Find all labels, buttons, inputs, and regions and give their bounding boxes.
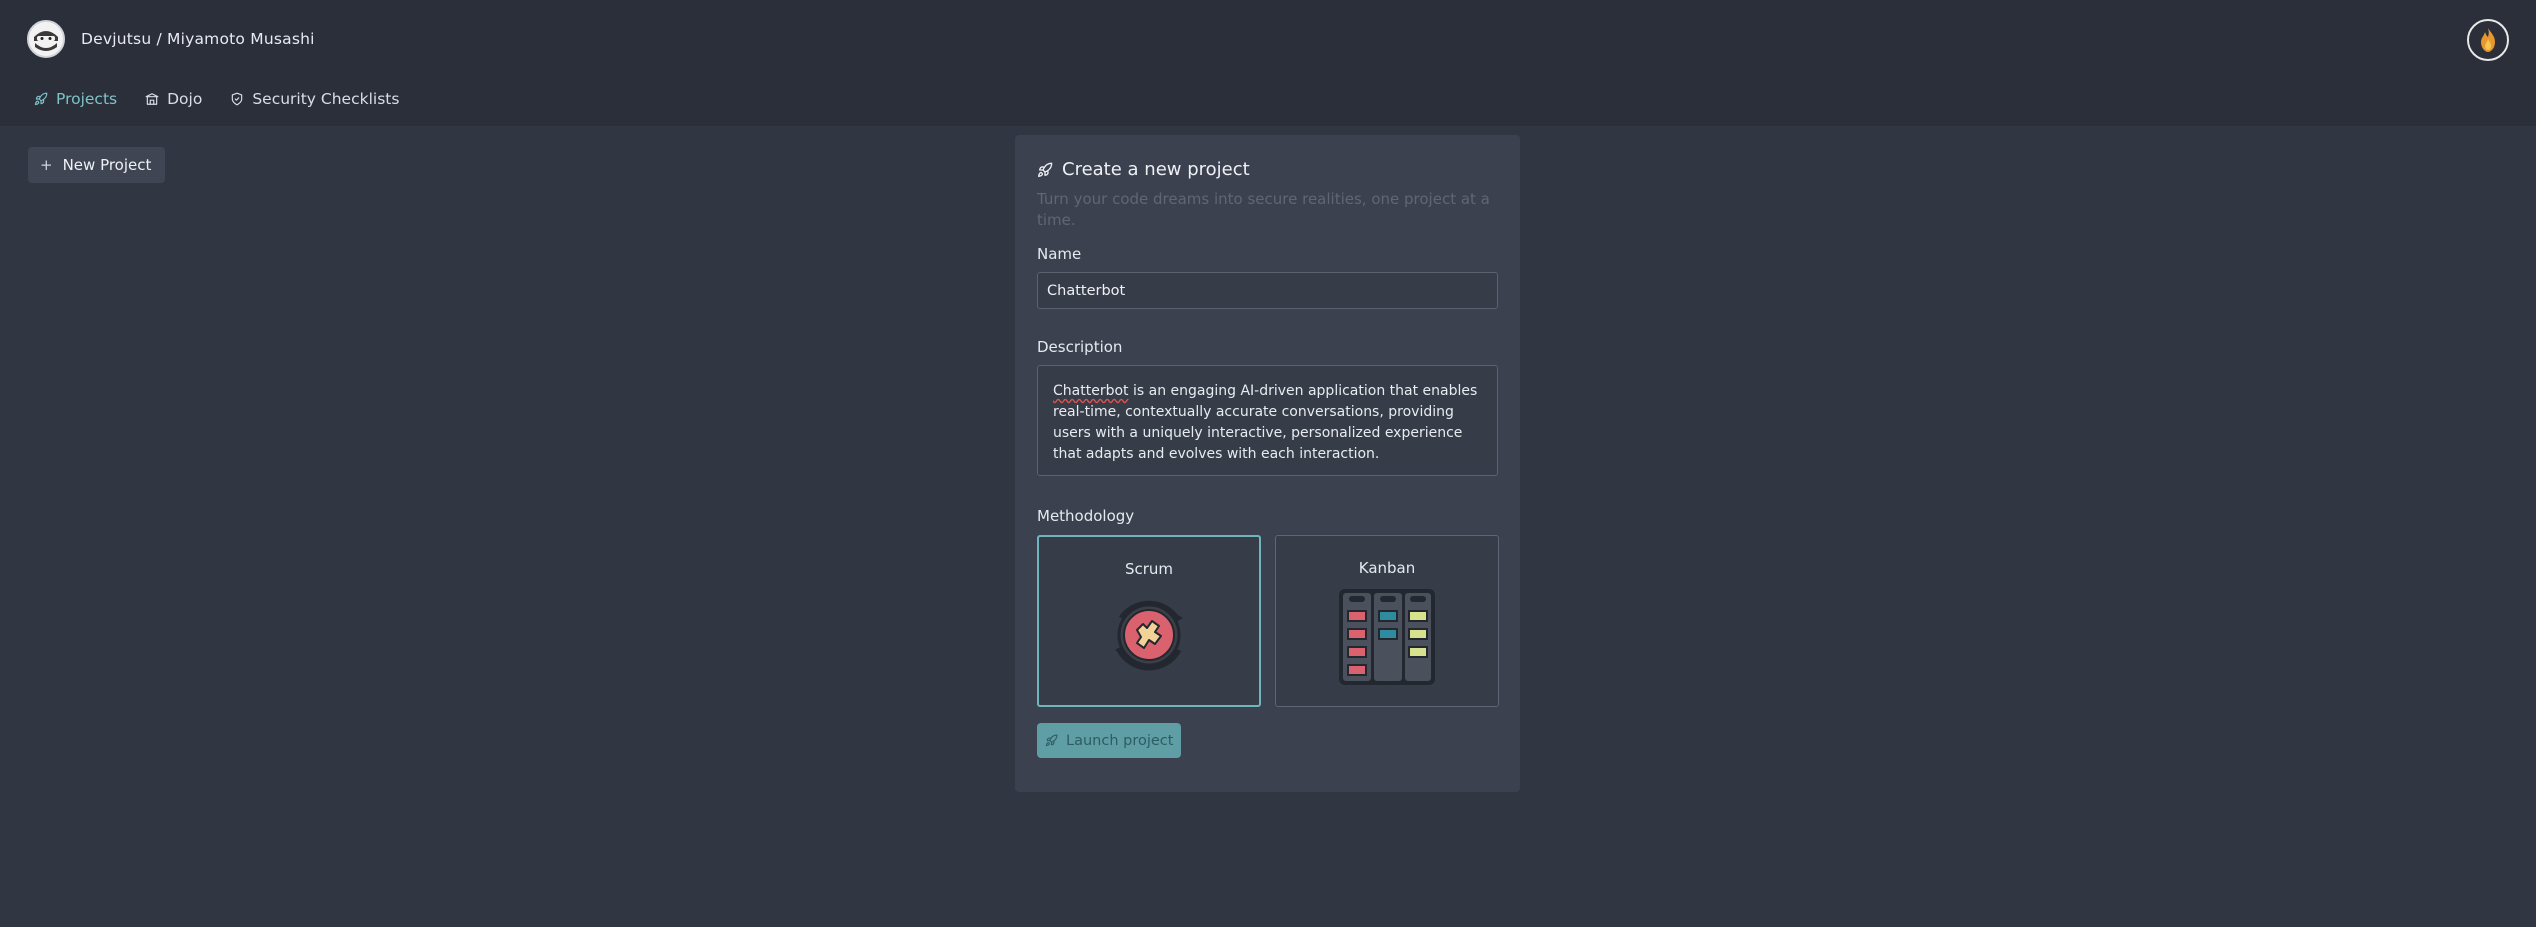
rocket-icon bbox=[1038, 162, 1053, 177]
methodology-option-scrum[interactable]: Scrum bbox=[1037, 535, 1261, 707]
launch-project-label: Launch project bbox=[1066, 732, 1174, 749]
top-bar: Devjutsu / Miyamoto Musashi Projects Doj… bbox=[0, 0, 2536, 126]
flame-icon bbox=[2481, 28, 2495, 52]
breadcrumb[interactable]: Devjutsu / Miyamoto Musashi bbox=[81, 30, 315, 48]
kanban-board-icon bbox=[1337, 587, 1437, 691]
dojo-icon bbox=[145, 93, 159, 105]
user-avatar[interactable] bbox=[2467, 19, 2509, 61]
shield-icon bbox=[232, 92, 243, 106]
card-title-text: Create a new project bbox=[1062, 159, 1250, 180]
name-field-value: Chatterbot bbox=[1047, 282, 1126, 299]
nav-label-dojo: Dojo bbox=[167, 90, 203, 108]
name-field[interactable]: Chatterbot bbox=[1037, 272, 1498, 309]
methodology-label: Methodology bbox=[1037, 507, 1135, 525]
new-project-button[interactable]: + New Project bbox=[28, 147, 166, 183]
rocket-icon bbox=[1045, 734, 1058, 747]
name-label: Name bbox=[1037, 245, 1082, 263]
scrum-cycle-icon bbox=[1099, 588, 1199, 688]
ninja-icon[interactable] bbox=[27, 20, 65, 58]
nav-item-dojo[interactable]: Dojo bbox=[145, 90, 202, 108]
card-title: Create a new project bbox=[1037, 159, 1250, 180]
kanban-label: Kanban bbox=[1358, 559, 1416, 577]
card-subtitle: Turn your code dreams into secure realit… bbox=[1037, 190, 1490, 229]
nav-item-security-checklists[interactable]: Security Checklists bbox=[230, 90, 399, 108]
methodology-option-kanban[interactable]: Kanban bbox=[1275, 535, 1499, 707]
new-project-label: New Project bbox=[62, 156, 152, 174]
nav-label-security-checklists: Security Checklists bbox=[252, 90, 400, 108]
create-project-card: Create a new project Turn your code drea… bbox=[1015, 135, 1520, 792]
launch-project-button[interactable]: Launch project bbox=[1037, 723, 1182, 758]
scrum-label: Scrum bbox=[1124, 560, 1174, 578]
description-label: Description bbox=[1037, 338, 1123, 356]
main-nav: Projects Dojo Security Checklists bbox=[34, 90, 427, 108]
brand: Devjutsu / Miyamoto Musashi bbox=[27, 20, 315, 58]
nav-label-projects: Projects bbox=[56, 90, 118, 108]
nav-item-projects[interactable]: Projects bbox=[34, 90, 117, 108]
plus-icon: + bbox=[40, 156, 53, 174]
description-misspelled-word: Chatterbot bbox=[1053, 383, 1129, 399]
description-field[interactable]: Chatterbot is an engaging AI-driven appl… bbox=[1037, 365, 1498, 476]
rocket-icon bbox=[34, 92, 48, 106]
